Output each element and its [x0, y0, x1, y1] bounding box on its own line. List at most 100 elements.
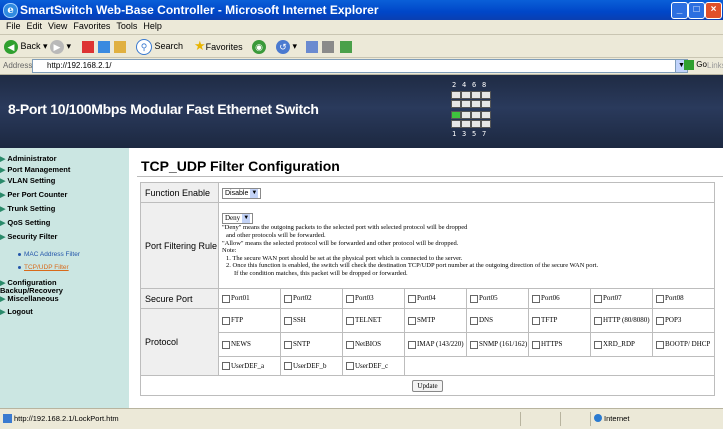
protocol-checkbox[interactable]: HTTP (80/8080): [590, 308, 653, 333]
sidebar-item-miscellaneous[interactable]: ▶ Miscellaneous: [0, 294, 59, 303]
menu-help[interactable]: Help: [143, 21, 162, 31]
protocol-checkbox[interactable]: BOOTP/ DHCP: [652, 332, 715, 357]
port-checkbox[interactable]: Port04: [404, 288, 467, 309]
menu-view[interactable]: View: [48, 21, 67, 31]
checkbox-icon[interactable]: [284, 362, 292, 371]
checkbox-icon[interactable]: [284, 340, 292, 349]
protocol-checkbox[interactable]: UserDEF_c: [342, 356, 405, 376]
checkbox-icon[interactable]: [408, 340, 416, 349]
mail-button[interactable]: [306, 38, 318, 54]
protocol-checkbox[interactable]: NEWS: [218, 332, 281, 357]
port-checkbox[interactable]: Port06: [528, 288, 591, 309]
menu-tools[interactable]: Tools: [116, 21, 137, 31]
protocol-checkbox[interactable]: NetBIOS: [342, 332, 405, 357]
checkbox-icon[interactable]: [346, 294, 354, 303]
rule-note-line: and other protocols will be forwarded.: [226, 232, 326, 240]
checkbox-icon[interactable]: [532, 316, 540, 325]
checkbox-icon[interactable]: [594, 294, 602, 303]
maximize-button[interactable]: □: [688, 2, 705, 19]
sidebar-item-vlan-setting[interactable]: ▶ VLAN Setting: [0, 176, 55, 185]
checkbox-icon[interactable]: [408, 294, 416, 303]
sidebar-item-trunk-setting[interactable]: ▶ Trunk Setting: [0, 204, 55, 213]
checkbox-icon[interactable]: [408, 316, 416, 325]
port-checkbox[interactable]: Port02: [280, 288, 343, 309]
port-number-label: 6: [472, 81, 477, 89]
checkbox-icon[interactable]: [594, 316, 602, 325]
update-button[interactable]: Update: [412, 379, 443, 392]
menu-favorites[interactable]: Favorites: [73, 21, 110, 31]
protocol-checkbox[interactable]: SMTP: [404, 308, 467, 333]
checkbox-icon[interactable]: [222, 316, 230, 325]
go-button[interactable]: Go: [684, 60, 707, 70]
history-button[interactable]: ↺ ▾: [276, 38, 297, 54]
sidebar-item-administrator[interactable]: ▶ Administrator: [0, 154, 57, 163]
menu-edit[interactable]: Edit: [27, 21, 43, 31]
protocol-checkbox[interactable]: POP3: [652, 308, 715, 333]
port-checkbox[interactable]: Port05: [466, 288, 529, 309]
checkbox-icon[interactable]: [470, 294, 478, 303]
checkbox-icon[interactable]: [284, 316, 292, 325]
sidebar-item-logout[interactable]: ▶ Logout: [0, 307, 33, 316]
checkbox-icon[interactable]: [532, 340, 540, 349]
menu-file[interactable]: File: [6, 21, 21, 31]
sidebar-item-per-port-counter[interactable]: ▶ Per Port Counter: [0, 190, 67, 199]
protocol-checkbox[interactable]: SSH: [280, 308, 343, 333]
stop-button[interactable]: [82, 38, 94, 54]
port-checkbox[interactable]: Port08: [652, 288, 715, 309]
protocol-checkbox[interactable]: SNMP (161/162): [466, 332, 529, 357]
sidebar-item-port-management[interactable]: ▶ Port Management: [0, 165, 70, 174]
sidebar-subitem-mac-address-filter[interactable]: MAC Address Filter: [18, 251, 80, 258]
home-button[interactable]: [114, 38, 126, 54]
protocol-checkbox[interactable]: HTTPS: [528, 332, 591, 357]
checkbox-icon[interactable]: [532, 294, 540, 303]
checkbox-icon[interactable]: [222, 362, 230, 371]
checkbox-icon[interactable]: [656, 340, 664, 349]
update-cell: Update: [140, 375, 715, 396]
minimize-button[interactable]: _: [671, 2, 688, 19]
checkbox-icon[interactable]: [470, 340, 478, 349]
refresh-button[interactable]: [98, 38, 110, 54]
sidebar-item-qos-setting[interactable]: ▶ QoS Setting: [0, 218, 50, 227]
port-led: [451, 91, 461, 99]
protocol-label: Protocol: [140, 308, 219, 376]
empty-cell: [404, 356, 715, 376]
checkbox-icon[interactable]: [284, 294, 292, 303]
messenger-button[interactable]: [340, 38, 352, 54]
checkbox-icon[interactable]: [656, 294, 664, 303]
protocol-checkbox[interactable]: XRD_RDP: [590, 332, 653, 357]
protocol-checkbox[interactable]: TELNET: [342, 308, 405, 333]
search-button[interactable]: ⚲ Search: [136, 38, 183, 55]
links-button[interactable]: Links: [707, 61, 723, 70]
checkbox-icon[interactable]: [346, 316, 354, 325]
protocol-checkbox[interactable]: IMAP (143/220): [404, 332, 467, 357]
checkbox-icon[interactable]: [222, 294, 230, 303]
close-button[interactable]: ×: [705, 2, 722, 19]
favorites-button[interactable]: ★Favorites: [194, 38, 243, 54]
checkbox-icon[interactable]: [346, 340, 354, 349]
sidebar-subitem-tcp-udp-filter[interactable]: TCP/UDP Filter: [18, 264, 69, 271]
protocol-checkbox[interactable]: FTP: [218, 308, 281, 333]
checkbox-icon[interactable]: [656, 316, 664, 325]
protocol-checkbox[interactable]: TFTP: [528, 308, 591, 333]
checkbox-icon[interactable]: [222, 340, 230, 349]
checkbox-icon[interactable]: [470, 316, 478, 325]
protocol-checkbox[interactable]: DNS: [466, 308, 529, 333]
back-button[interactable]: ◀ Back ▾: [4, 38, 48, 54]
print-button[interactable]: [322, 38, 334, 54]
sidebar-item-configuration-backup[interactable]: ▶ Configuration Backup/Recovery: [0, 279, 72, 295]
media-button[interactable]: ◉: [252, 38, 266, 54]
protocol-checkbox[interactable]: UserDEF_a: [218, 356, 281, 376]
function-enable-select[interactable]: Disable ▼: [222, 187, 262, 199]
port-checkbox[interactable]: Port01: [218, 288, 281, 309]
port-checkbox[interactable]: Port03: [342, 288, 405, 309]
filter-rule-select[interactable]: Deny ▼: [222, 213, 254, 225]
address-input[interactable]: http://192.168.2.1/▼: [32, 59, 688, 73]
checkbox-icon[interactable]: [594, 340, 602, 349]
bullet-icon: [18, 252, 21, 256]
sidebar-item-security-filter[interactable]: ▶ Security Filter: [0, 232, 57, 241]
port-checkbox[interactable]: Port07: [590, 288, 653, 309]
forward-button[interactable]: ▶ ▾: [50, 38, 71, 54]
checkbox-icon[interactable]: [346, 362, 354, 371]
protocol-checkbox[interactable]: SNTP: [280, 332, 343, 357]
protocol-checkbox[interactable]: UserDEF_b: [280, 356, 343, 376]
